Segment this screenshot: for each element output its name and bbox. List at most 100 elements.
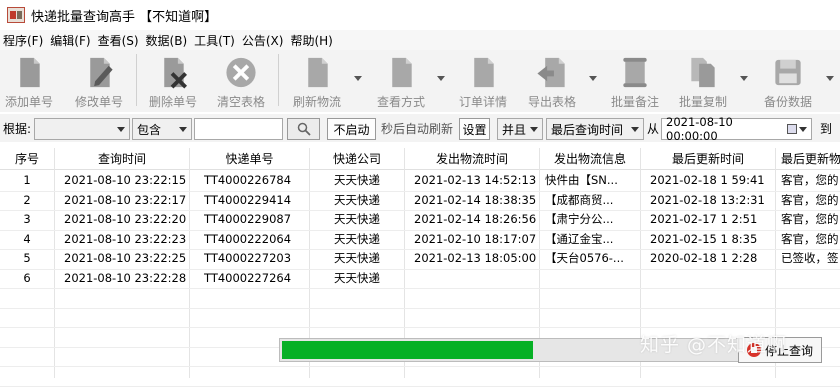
add-number-button[interactable]: 添加单号 xyxy=(4,50,54,110)
cell-last-update-time: 2021-02-17 1 2:51 xyxy=(650,212,758,226)
cell-ship-time xyxy=(414,269,538,288)
menu-help[interactable]: 帮助(H) xyxy=(287,32,336,49)
toolbar-separator xyxy=(136,54,137,106)
view-mode-button[interactable]: 查看方式 xyxy=(374,50,428,110)
from-date-picker[interactable]: 2021-08-10 00:00:00 xyxy=(661,115,812,143)
copy-icon xyxy=(691,57,715,88)
col-header-ship-info[interactable]: 发出物流信息 xyxy=(540,148,640,170)
table-row[interactable]: 2 2021-08-10 23:22:17 TT4000229414 天天快递 2021… xyxy=(0,191,840,211)
cell-last-update-time: 2021-02-18 1 59:41 xyxy=(650,173,765,187)
table-row[interactable]: 4 2021-08-10 23:22:23 TT4000222064 天天快递 2021… xyxy=(0,230,840,250)
cell-index: 2 xyxy=(23,192,31,207)
edit-number-label: 修改单号 xyxy=(74,95,123,109)
auto-refresh-input[interactable]: 不启动 xyxy=(327,118,376,140)
col-header-tracking-number[interactable]: 快递单号 xyxy=(190,148,309,170)
view-mode-dropdown-arrow[interactable] xyxy=(437,76,445,81)
time-field-select[interactable]: 最后查询时间 xyxy=(546,118,644,140)
table-row[interactable]: 1 2021-08-10 23:22:15 TT4000226784 天天快递 2021… xyxy=(0,171,840,191)
table-row[interactable]: 3 2021-08-10 23:22:20 TT4000229087 天天快递 2021… xyxy=(0,210,840,230)
col-header-query-time[interactable]: 查询时间 xyxy=(55,148,189,170)
cell-tracking-number: TT4000229414 xyxy=(204,192,292,207)
menu-tools[interactable]: 工具(T) xyxy=(191,32,239,49)
filter-keyword-input[interactable] xyxy=(194,118,283,140)
col-header-courier[interactable]: 快递公司 xyxy=(310,148,404,170)
document-delete-icon xyxy=(164,57,188,89)
col-header-ship-time[interactable]: 发出物流时间 xyxy=(405,148,539,170)
cell-courier: 天天快递 xyxy=(334,212,380,226)
delete-number-button[interactable]: 删除单号 xyxy=(148,50,198,110)
auto-refresh-label: 秒后自动刷新 xyxy=(381,122,454,136)
filter-by-label: 根据: xyxy=(3,122,32,136)
backup-data-label: 备份数据 xyxy=(763,95,812,109)
progress-fill xyxy=(282,341,533,359)
refresh-logistics-button[interactable]: 刷新物流 xyxy=(291,50,343,110)
logic-select[interactable]: 并且 xyxy=(497,118,543,140)
cell-tracking-number: TT4000227264 xyxy=(204,270,292,285)
backup-dropdown-arrow[interactable] xyxy=(826,76,834,81)
cell-index: 1 xyxy=(23,173,31,187)
order-detail-button[interactable]: 订单详情 xyxy=(456,50,510,110)
table-row[interactable]: 6 2021-08-10 23:22:28 TT4000227264 天天快递 xyxy=(0,269,840,289)
cell-tracking-number: TT4000222064 xyxy=(204,231,292,246)
cell-courier: 天天快递 xyxy=(334,173,380,187)
from-label: 从 xyxy=(647,122,660,136)
add-number-label: 添加单号 xyxy=(4,95,53,109)
menu-edit[interactable]: 编辑(F) xyxy=(47,32,94,49)
cell-query-time: 2021-08-10 23:22:20 xyxy=(64,212,187,226)
col-header-last-update-info[interactable]: 最后更新物 xyxy=(776,148,840,170)
document-add-icon xyxy=(20,57,40,88)
search-icon xyxy=(297,122,311,136)
menu-data[interactable]: 数据(B) xyxy=(143,32,192,49)
batch-note-button[interactable]: 批量备注 xyxy=(608,50,662,110)
cell-courier: 天天快递 xyxy=(334,192,380,207)
cell-last-update-time: 2021-02-18 13:2:31 xyxy=(650,192,765,207)
menu-bar: 程序(F) 编辑(F) 查看(S) 数据(B) 工具(T) 公告(X) 帮助(H… xyxy=(0,30,840,50)
table-row[interactable]: 5 2021-08-10 23:22:25 TT4000227203 天天快递 2021… xyxy=(0,249,840,269)
cell-index: 4 xyxy=(23,231,31,246)
filter-field-select[interactable] xyxy=(34,118,130,140)
cell-ship-time: 2021-02-14 18:38:35 xyxy=(414,192,537,207)
scroll-note-icon xyxy=(623,57,647,88)
chevron-down-icon xyxy=(179,126,187,132)
col-header-index[interactable]: 序号 xyxy=(0,148,54,170)
table-header: 序号 查询时间 快递单号 快递公司 发出物流时间 发出物流信息 最后更新时间 最… xyxy=(0,148,840,170)
refresh-logistics-label: 刷新物流 xyxy=(292,95,341,109)
document-edit-icon xyxy=(90,57,113,88)
cell-tracking-number: TT4000229087 xyxy=(204,212,292,226)
export-table-button[interactable]: 导出表格 xyxy=(525,50,579,110)
logic-value: 并且 xyxy=(502,122,527,137)
window-title: 快递批量查询高手 【不知道啊】 xyxy=(31,9,218,25)
calendar-icon xyxy=(787,124,807,134)
menu-program[interactable]: 程序(F) xyxy=(0,32,47,49)
watermark: 知乎 @不知道啊 xyxy=(640,334,788,356)
search-button[interactable] xyxy=(287,118,320,140)
cell-courier: 天天快递 xyxy=(334,251,380,265)
refresh-dropdown-arrow[interactable] xyxy=(354,76,362,81)
settings-button[interactable]: 设置 xyxy=(459,118,490,140)
app-icon xyxy=(7,7,25,23)
cell-last-update-info xyxy=(781,269,840,288)
document-detail-icon xyxy=(474,57,494,88)
order-detail-label: 订单详情 xyxy=(458,95,507,109)
col-header-last-update-time[interactable]: 最后更新时间 xyxy=(641,148,775,170)
cell-index: 5 xyxy=(23,251,31,265)
clear-table-button[interactable]: 清空表格 xyxy=(215,50,267,110)
cell-last-update-info: 已签收，签 xyxy=(781,251,839,265)
cell-last-update-info: 客官，您的 xyxy=(781,231,839,246)
batch-copy-button[interactable]: 批量复制 xyxy=(676,50,730,110)
cell-ship-info: 【天台0576-... xyxy=(545,251,624,265)
menu-view[interactable]: 查看(S) xyxy=(95,32,143,49)
menu-notice[interactable]: 公告(X) xyxy=(239,32,288,49)
toolbar: 添加单号 修改单号 删除单号 清空表格 刷新物流 查看方式 订单详情 导出表格 … xyxy=(0,50,840,112)
from-date-value: 2021-08-10 00:00:00 xyxy=(666,115,733,143)
copy-dropdown-arrow[interactable] xyxy=(740,76,748,81)
chevron-down-icon xyxy=(117,126,125,132)
export-dropdown-arrow[interactable] xyxy=(589,76,597,81)
cell-last-update-time: 2021-02-15 1 8:35 xyxy=(650,231,758,246)
edit-number-button[interactable]: 修改单号 xyxy=(74,50,124,110)
cell-ship-time: 2021-02-10 18:17:07 xyxy=(414,231,537,246)
filter-match-select[interactable]: 包含 xyxy=(132,118,192,140)
backup-data-button[interactable]: 备份数据 xyxy=(760,50,816,110)
document-refresh-icon xyxy=(308,57,328,88)
to-label: 到 xyxy=(820,122,833,136)
